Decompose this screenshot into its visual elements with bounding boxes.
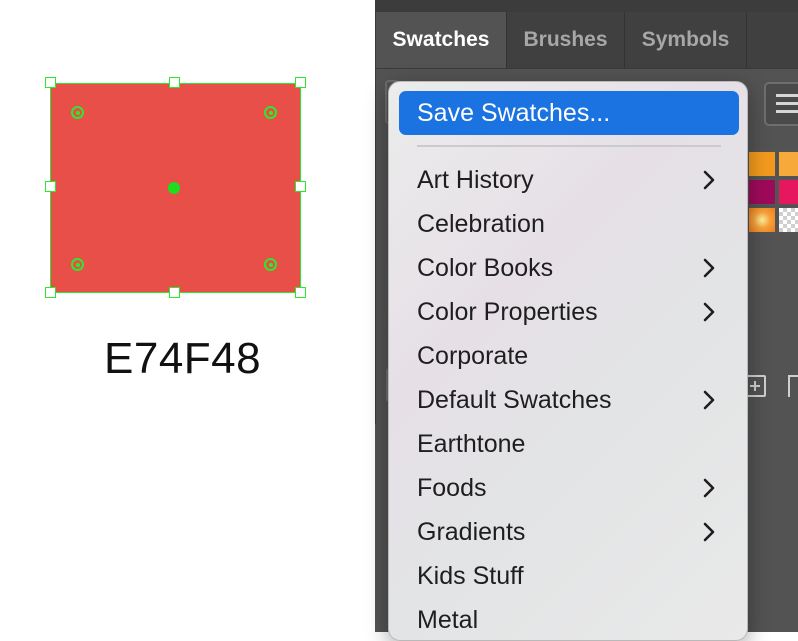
swatch-dark-magenta[interactable] [748,179,776,205]
menu-item-label: Corporate [417,341,529,370]
swatch-pink[interactable] [778,179,798,205]
panel-title-bar[interactable] [376,0,798,12]
handle-bottom-middle[interactable] [169,287,180,298]
center-point [168,182,180,194]
handle-bottom-right[interactable] [295,287,306,298]
tab-swatches[interactable]: Swatches [376,12,507,68]
menu-item-label: Foods [417,473,487,502]
menu-item-color-properties[interactable]: Color Properties [399,290,739,334]
tab-symbols[interactable]: Symbols [625,12,747,68]
panel-tab-bar: Swatches Brushes Symbols [376,12,798,69]
chevron-right-icon [703,390,715,410]
swatch-radial-gradient[interactable] [748,207,776,233]
handle-top-middle[interactable] [169,77,180,88]
menu-item-corporate[interactable]: Corporate [399,334,739,378]
chevron-right-icon [703,478,715,498]
menu-item-label: Color Books [417,253,554,282]
menu-item-foods[interactable]: Foods [399,466,739,510]
menu-item-earthtone[interactable]: Earthtone [399,422,739,466]
menu-item-kids-stuff[interactable]: Kids Stuff [399,554,739,598]
menu-item-celebration[interactable]: Celebration [399,202,739,246]
handle-middle-left[interactable] [45,181,56,192]
chevron-right-icon [703,522,715,542]
menu-item-label: Celebration [417,209,545,238]
corner-radius-widget-top-right[interactable] [264,106,277,119]
handle-top-left[interactable] [45,77,56,88]
artboard[interactable]: E74F48 [0,0,375,632]
corner-radius-widget-top-left[interactable] [71,106,84,119]
hamburger-icon [776,94,798,114]
panel-menu-button[interactable] [764,82,798,126]
corner-radius-widget-bottom-right[interactable] [264,258,277,271]
menu-item-label: Gradients [417,517,526,546]
menu-item-label: Metal [417,605,479,634]
handle-top-right[interactable] [295,77,306,88]
swatch-none-pattern[interactable] [778,207,798,233]
handle-middle-right[interactable] [295,181,306,192]
chevron-right-icon [703,258,715,278]
menu-item-label: Art History [417,165,534,194]
chevron-right-icon [703,302,715,322]
color-hex-label: E74F48 [104,334,262,383]
menu-item-metal[interactable]: Metal [399,598,739,640]
swatch-light-orange[interactable] [778,151,798,177]
corner-radius-widget-bottom-left[interactable] [71,258,84,271]
menu-item-art-history[interactable]: Art History [399,158,739,202]
chevron-right-icon [703,170,715,190]
menu-item-label: Default Swatches [417,385,612,414]
menu-item-label: Color Properties [417,297,598,326]
handle-bottom-left[interactable] [45,287,56,298]
swatch-orange[interactable] [748,151,776,177]
swatch-library-menu: Save Swatches... Art History Celebration… [388,81,748,641]
menu-item-label: Save Swatches... [417,98,611,127]
menu-separator [417,145,721,147]
tab-brushes[interactable]: Brushes [507,12,625,68]
trash-icon[interactable] [788,375,798,397]
menu-item-gradients[interactable]: Gradients [399,510,739,554]
menu-item-default-swatches[interactable]: Default Swatches [399,378,739,422]
menu-item-label: Earthtone [417,429,526,458]
menu-item-label: Kids Stuff [417,561,524,590]
menu-item-save-swatches[interactable]: Save Swatches... [399,91,739,135]
menu-item-color-books[interactable]: Color Books [399,246,739,290]
